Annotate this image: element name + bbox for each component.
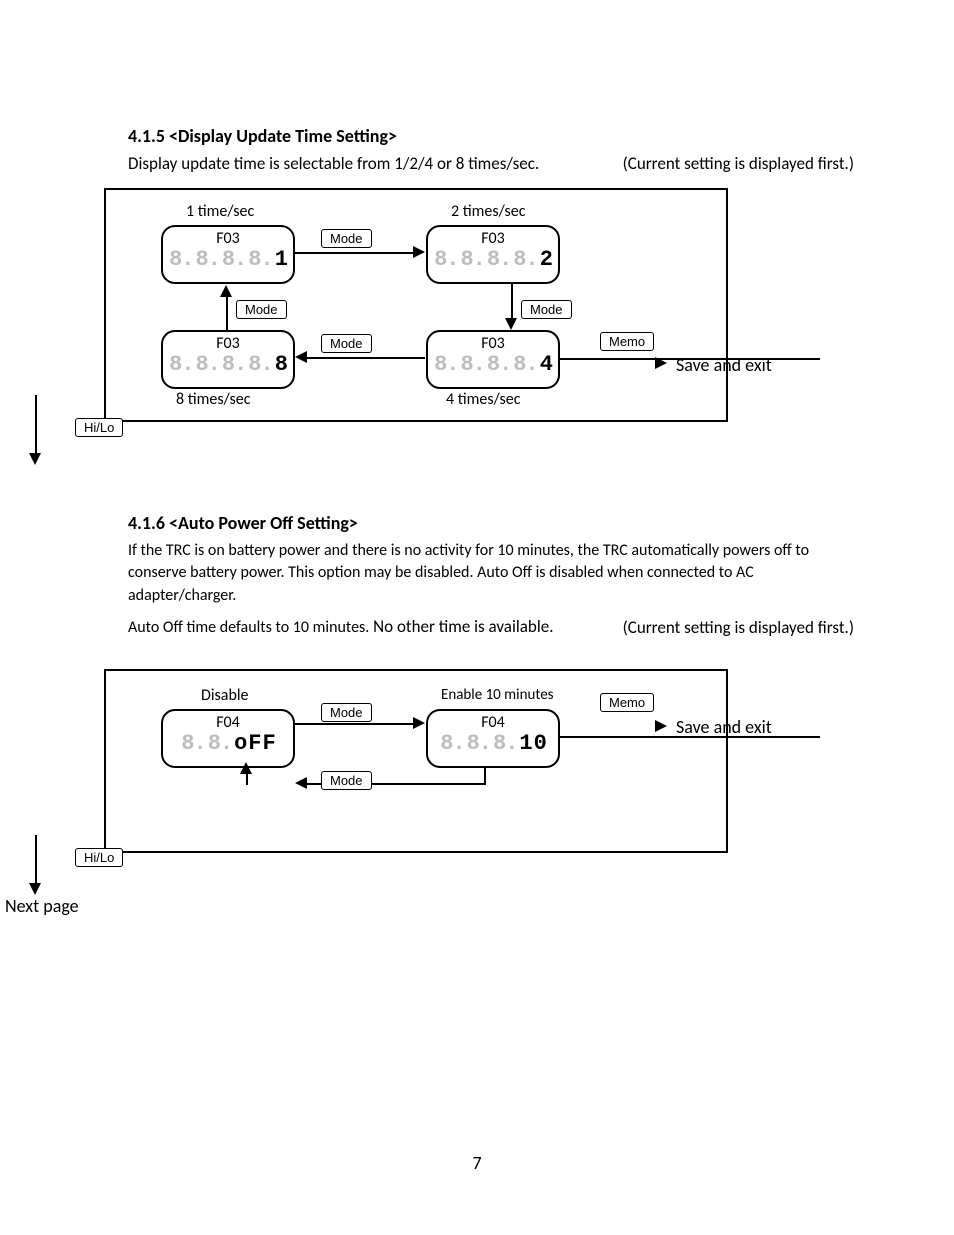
mode-button[interactable]: Mode	[321, 771, 372, 790]
lcd-code: F03	[428, 229, 558, 248]
memo-button[interactable]: Memo	[600, 332, 654, 351]
mode-button[interactable]: Mode	[521, 300, 572, 319]
lcd-f03-1: F03 8.8.8.8. 1	[161, 225, 295, 284]
diagram-display-update: 1 time/sec 2 times/sec 8 times/sec 4 tim…	[104, 188, 728, 422]
lcd-value: 2	[540, 249, 552, 271]
lcd-f04-10: F04 8.8.8. 10	[426, 709, 560, 768]
mode-button[interactable]: Mode	[321, 229, 372, 248]
save-and-exit-label: Save and exit	[676, 354, 772, 376]
page-number: 7	[0, 1152, 954, 1174]
hilo-button[interactable]: Hi/Lo	[75, 848, 123, 867]
mode-button[interactable]: Mode	[321, 334, 372, 353]
section-4-1-6-para2a: Auto Off time defaults to 10 minutes.	[128, 618, 369, 637]
next-page-label: Next page	[5, 895, 79, 917]
mode-button[interactable]: Mode	[236, 300, 287, 319]
caption-4-times-sec: 4 times/sec	[446, 390, 521, 409]
memo-button[interactable]: Memo	[600, 693, 654, 712]
current-setting-note-2: (Current setting is displayed first.)	[623, 617, 854, 638]
lcd-f03-8: F03 8.8.8.8. 8	[161, 330, 295, 389]
caption-1-time-sec: 1 time/sec	[186, 202, 254, 221]
section-4-1-6-heading: 4.1.6 <Auto Power Off Setting>	[128, 512, 854, 534]
section-4-1-6-para1: If the TRC is on battery power and there…	[128, 540, 854, 607]
lcd-code: F03	[163, 229, 293, 248]
lcd-code: F04	[428, 713, 558, 732]
lcd-value: 8	[275, 354, 287, 376]
section-4-1-5-desc: Display update time is selectable from 1…	[128, 153, 539, 174]
lcd-f03-2: F03 8.8.8.8. 2	[426, 225, 560, 284]
lcd-code: F04	[163, 713, 293, 732]
lcd-code: F03	[428, 334, 558, 353]
mode-button[interactable]: Mode	[321, 703, 372, 722]
caption-enable-10: Enable 10 minutes	[441, 686, 554, 704]
caption-8-times-sec: 8 times/sec	[176, 390, 251, 409]
lcd-code: F03	[163, 334, 293, 353]
lcd-value: 1	[275, 249, 287, 271]
caption-2-times-sec: 2 times/sec	[451, 202, 526, 221]
section-4-1-6-para2b: No other time is available.	[369, 616, 553, 637]
lcd-f04-off: F04 8.8. oFF	[161, 709, 295, 768]
caption-disable: Disable	[201, 686, 248, 705]
hilo-button[interactable]: Hi/Lo	[75, 418, 123, 437]
section-4-1-5-heading: 4.1.5 <Display Update Time Setting>	[128, 125, 854, 147]
save-and-exit-label-2: Save and exit	[676, 716, 772, 738]
lcd-value: 4	[540, 354, 552, 376]
current-setting-note-1: (Current setting is displayed first.)	[623, 153, 854, 174]
lcd-f03-4: F03 8.8.8.8. 4	[426, 330, 560, 389]
